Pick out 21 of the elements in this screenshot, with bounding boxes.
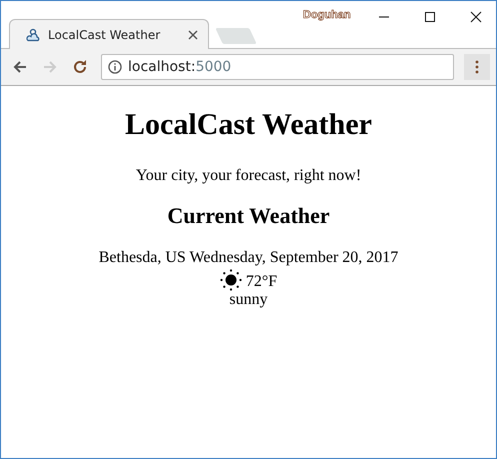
- url-host-text: localhost:: [128, 59, 196, 75]
- dots-icon: [475, 60, 479, 74]
- back-arrow-icon[interactable]: [12, 59, 28, 75]
- close-tab-icon[interactable]: [188, 30, 198, 40]
- url-port-text: 5000: [196, 59, 232, 75]
- close-icon[interactable]: [470, 11, 482, 23]
- menu-button[interactable]: [464, 54, 490, 80]
- info-icon[interactable]: [108, 60, 122, 74]
- section-title: Current Weather: [167, 203, 330, 229]
- location-date-text: Bethesda, US Wednesday, September 20, 2017: [98, 249, 398, 267]
- page-title: LocalCast Weather: [125, 108, 372, 142]
- condition-text: sunny: [229, 291, 268, 309]
- tagline: Your city, your forecast, right now!: [136, 167, 362, 185]
- address-bar[interactable]: localhost:5000: [101, 54, 454, 80]
- reload-icon[interactable]: [72, 59, 88, 75]
- cloud-icon: [26, 28, 40, 42]
- temperature-text: 72°F: [246, 273, 278, 291]
- sun-icon: [220, 269, 242, 291]
- browser-tab[interactable]: LocalCast Weather: [9, 19, 209, 49]
- maximize-icon[interactable]: [424, 11, 436, 23]
- profile-name[interactable]: Doguhan: [303, 9, 351, 21]
